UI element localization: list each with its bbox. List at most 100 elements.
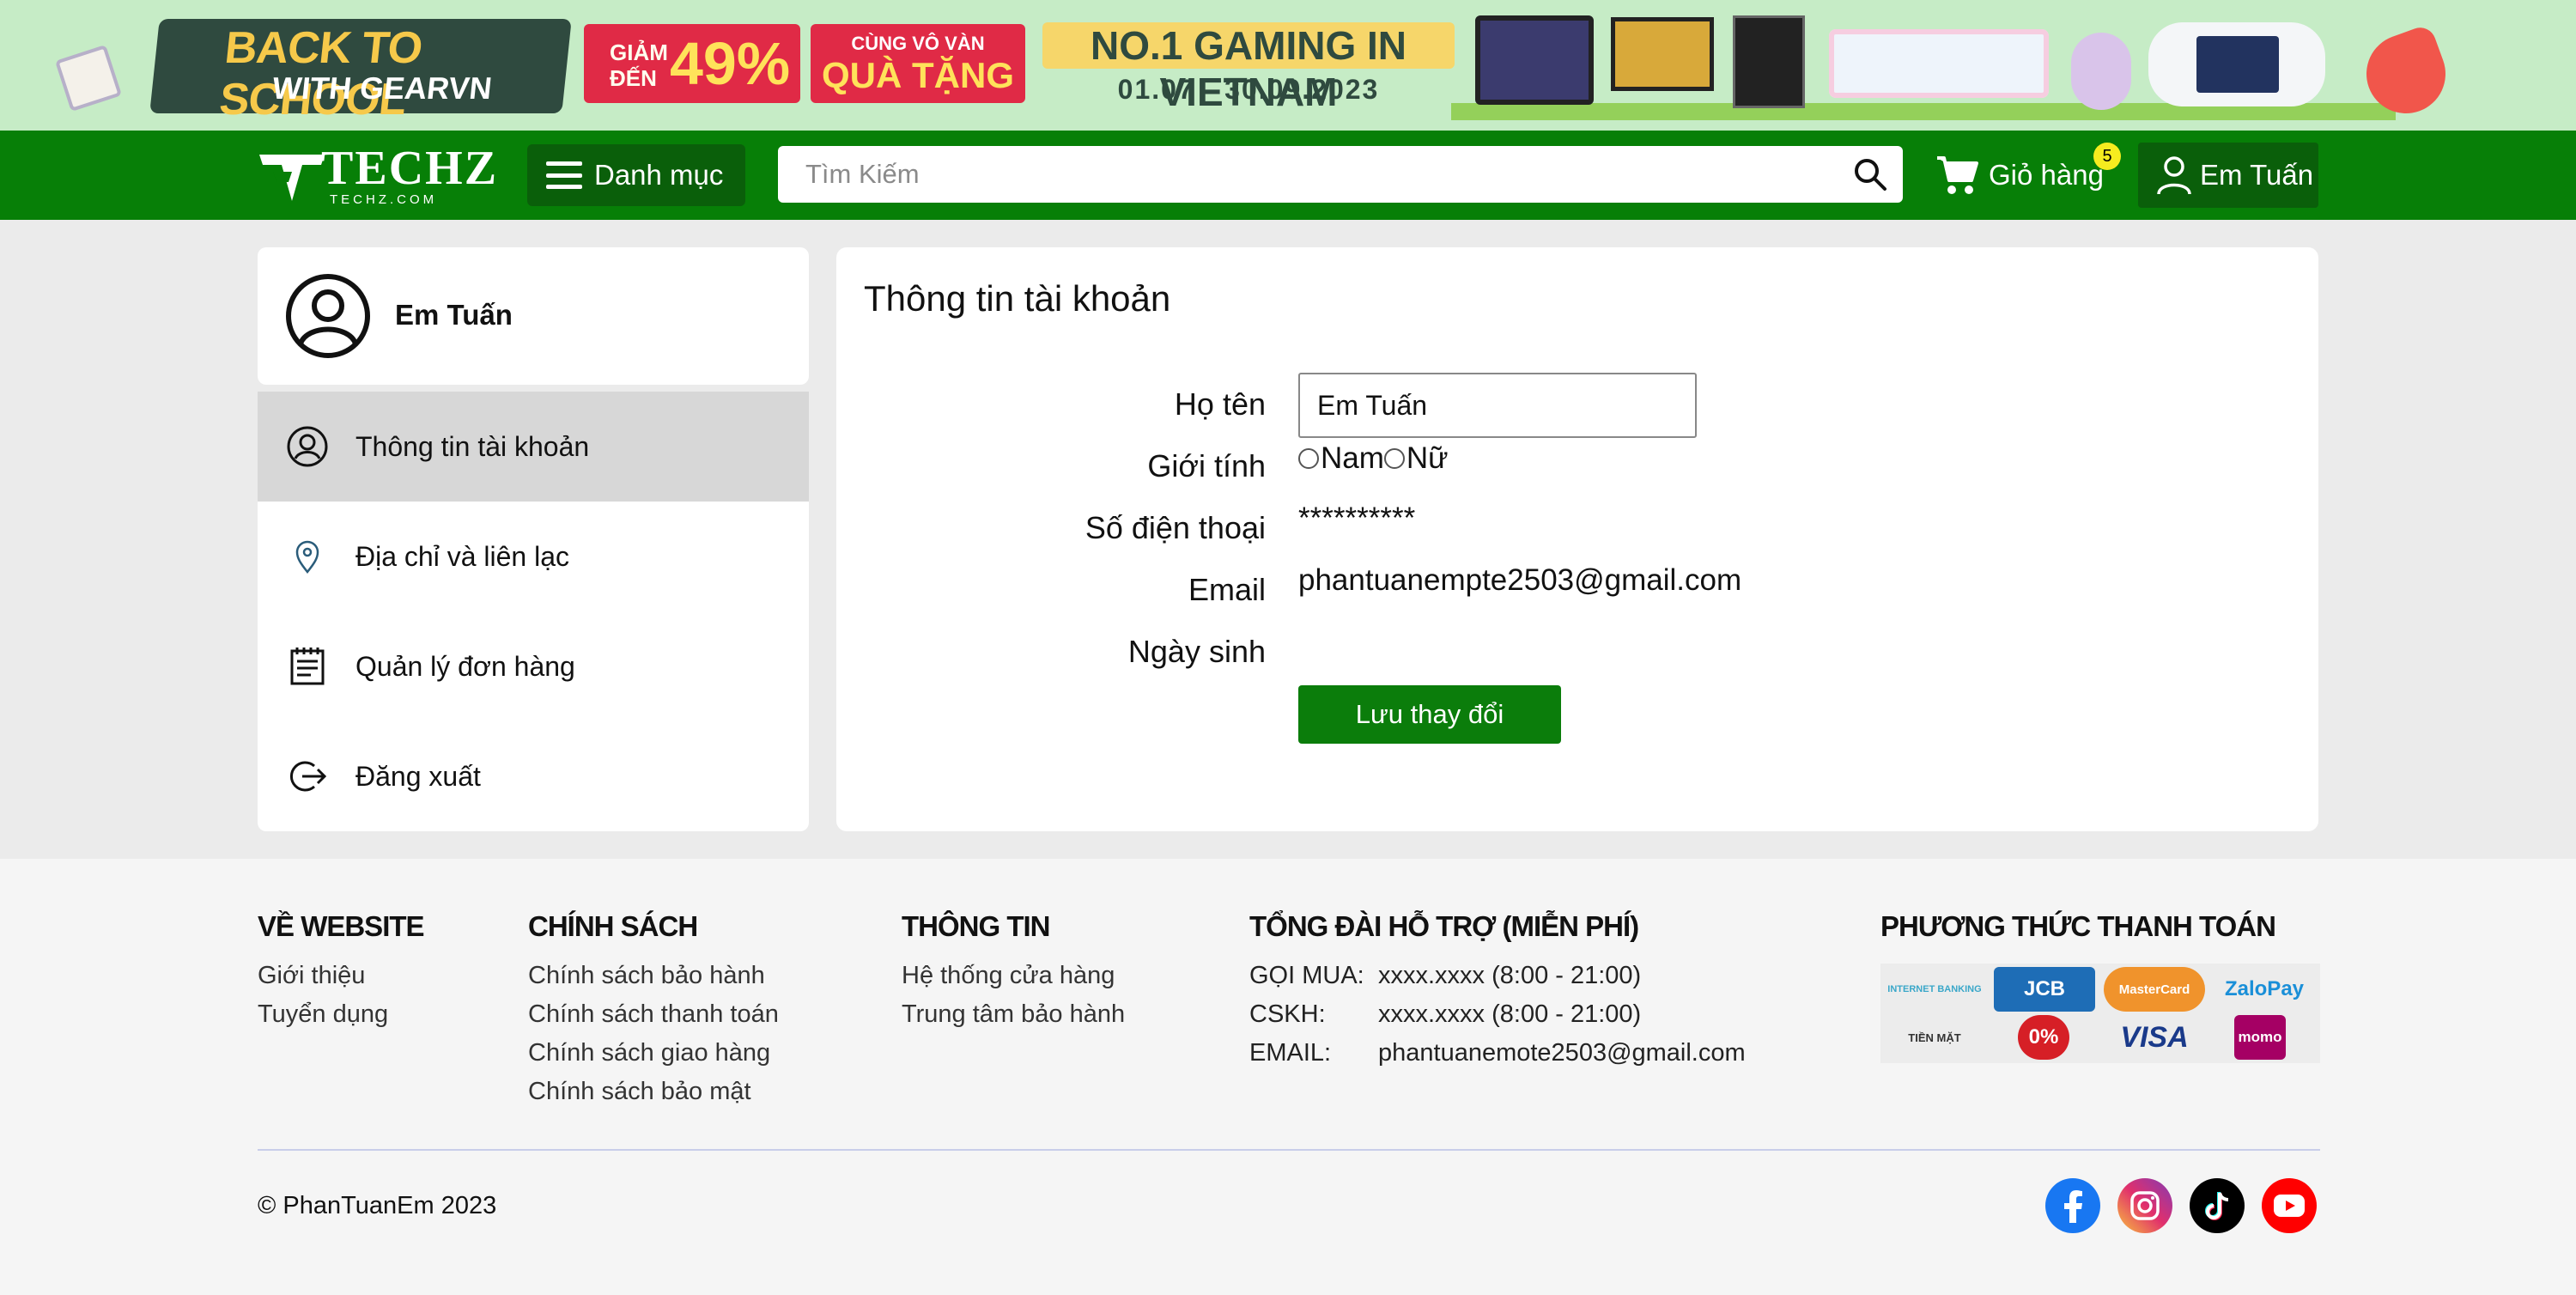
pc-case-graphic xyxy=(1733,15,1805,108)
email-value: phantuanempte2503@gmail.com xyxy=(1298,563,1742,597)
sidebar-item-label: Địa chỉ và liên lạc xyxy=(355,540,569,572)
user-name-label: Em Tuấn xyxy=(2200,159,2314,191)
jcb-icon: JCB xyxy=(1994,967,2095,1012)
cart-label: Giỏ hàng xyxy=(1989,159,2104,191)
sidebar-item-orders[interactable]: Quản lý đơn hàng xyxy=(258,611,809,721)
momo-icon: momo xyxy=(2234,1015,2286,1060)
footer-link[interactable]: Chính sách thanh toán xyxy=(528,995,779,1034)
cash-icon: TIỀN MẶT xyxy=(1908,1031,1961,1044)
visa-icon: VISA xyxy=(2120,1020,2189,1054)
footer-policy: CHÍNH SÁCH Chính sách bảo hành Chính sác… xyxy=(528,910,779,1111)
hamburger-icon xyxy=(546,161,582,189)
monitor-graphic xyxy=(1611,17,1714,91)
sidebar-item-label: Thông tin tài khoản xyxy=(355,430,590,462)
footer-link[interactable]: Trung tâm bảo hành xyxy=(902,995,1125,1034)
gender-radio-male[interactable] xyxy=(1298,448,1319,469)
site-logo[interactable]: TECHZ TECHZ.COM xyxy=(258,141,498,210)
footer-policy-title: CHÍNH SÁCH xyxy=(528,910,698,942)
installment-icon: 0% xyxy=(2018,1015,2069,1060)
banner-subtitle: WITH GEARVN xyxy=(270,70,494,106)
back-to-school-graphic: BACK TO SCHOOL WITH GEARVN xyxy=(149,19,572,125)
gaming-slogan: NO.1 GAMING IN VIETNAM 01.07 - 30.09.202… xyxy=(1042,22,1455,114)
save-changes-button[interactable]: Lưu thay đổi xyxy=(1298,685,1561,744)
email-label: Email xyxy=(1188,572,1266,607)
name-label: Họ tên xyxy=(1174,386,1266,422)
user-account-button[interactable]: Em Tuấn xyxy=(2138,143,2318,208)
internet-banking-icon: INTERNET BANKING xyxy=(1887,984,1982,994)
footer-payment-title: PHƯƠNG THỨC THANH TOÁN xyxy=(1880,910,2276,942)
tiktok-icon[interactable] xyxy=(2190,1178,2245,1233)
search-input[interactable] xyxy=(778,146,1834,203)
payment-methods-grid: INTERNET BANKING JCB MasterCard ZaloPay … xyxy=(1880,964,2320,1063)
logo-text: TECHZ xyxy=(321,142,499,195)
cart-icon xyxy=(1937,156,1978,194)
logo-subtext: TECHZ.COM xyxy=(330,192,438,207)
discount-badge: GIẢM ĐẾN 49% xyxy=(584,24,800,103)
footer-payment: PHƯƠNG THỨC THANH TOÁN xyxy=(1880,910,2276,957)
mouse-graphic xyxy=(2071,33,2131,110)
footer-about: VỀ WEBSITE Giới thiệu Tuyển dụng xyxy=(258,910,425,1034)
gender-option-female-label: Nữ xyxy=(1406,441,1449,475)
sidebar-item-address[interactable]: Địa chỉ và liên lạc xyxy=(258,502,809,611)
promo-dates: 01.07 - 30.09.2023 xyxy=(1117,74,1380,105)
logo-mark-icon xyxy=(259,155,325,201)
footer-info: THÔNG TIN Hệ thống cửa hàng Trung tâm bả… xyxy=(902,910,1125,1034)
sidebar-item-label: Đăng xuất xyxy=(355,760,481,792)
cart-button[interactable]: Giỏ hàng xyxy=(1935,146,2104,204)
gift-small: CÙNG VÔ VÀN xyxy=(851,33,985,54)
gift-badge: CÙNG VÔ VÀN QUÀ TẶNG xyxy=(811,24,1025,103)
footer-support: TỔNG ĐÀI HỖ TRỢ (MIỄN PHÍ) GỌI MUA: xxxx.… xyxy=(1249,910,1746,1073)
handheld-console-graphic xyxy=(2148,22,2325,106)
zalopay-icon: ZaloPay xyxy=(2224,977,2305,1000)
profile-name: Em Tuấn xyxy=(395,299,513,331)
logout-icon xyxy=(289,761,327,792)
youtube-icon[interactable] xyxy=(2262,1178,2317,1233)
footer-divider xyxy=(258,1149,2320,1151)
phone-label: Số điện thoại xyxy=(1084,510,1266,545)
instagram-icon[interactable] xyxy=(2117,1178,2172,1233)
footer-link[interactable]: Chính sách bảo mật xyxy=(528,1073,779,1111)
location-pin-icon xyxy=(295,540,319,575)
phone-value: ********** xyxy=(1298,502,1416,535)
support-row: GỌI MUA: xxxx.xxxx (8:00 - 21:00) xyxy=(1249,962,1642,989)
footer-link[interactable]: Tuyển dụng xyxy=(258,995,424,1034)
page-title: Thông tin tài khoản xyxy=(864,278,1171,319)
support-row: CSKH: xxxx.xxxx (8:00 - 21:00) xyxy=(1249,1000,1642,1028)
keyboard-graphic xyxy=(1829,29,2049,98)
avatar xyxy=(286,274,370,358)
name-field[interactable] xyxy=(1298,373,1697,438)
notepad-graphic xyxy=(54,44,123,112)
mastercard-icon: MasterCard xyxy=(2104,967,2205,1012)
gender-label: Giới tính xyxy=(1147,448,1266,483)
category-menu-button[interactable]: Danh mục xyxy=(527,144,745,206)
sidebar-item-logout[interactable]: Đăng xuất xyxy=(258,721,809,831)
copyright-text: © PhanTuanEm 2023 xyxy=(258,1192,497,1219)
site-footer: VỀ WEBSITE Giới thiệu Tuyển dụng CHÍNH S… xyxy=(0,859,2576,1295)
gaming-title: NO.1 GAMING IN VIETNAM xyxy=(1042,22,1455,114)
gender-option-male-label: Nam xyxy=(1321,441,1384,475)
promo-banner[interactable]: BACK TO SCHOOL WITH GEARVN GIẢM ĐẾN 49% … xyxy=(0,0,2576,131)
facebook-icon[interactable] xyxy=(2045,1178,2100,1233)
support-row: EMAIL: phantuanemote2503@gmail.com xyxy=(1249,1039,1746,1067)
birthday-label: Ngày sinh xyxy=(1127,634,1266,669)
footer-link[interactable]: Giới thiệu xyxy=(258,957,424,995)
discount-value: 49% xyxy=(670,30,791,97)
user-circle-icon xyxy=(287,426,328,467)
cart-count-badge: 5 xyxy=(2093,143,2121,170)
search-icon[interactable] xyxy=(1853,157,1887,192)
search-bar xyxy=(778,146,1903,203)
footer-link[interactable]: Chính sách giao hàng xyxy=(528,1034,779,1073)
gender-options: Nam Nữ xyxy=(1298,441,1449,476)
discount-prefix: GIẢM ĐẾN xyxy=(610,40,668,91)
sidebar-profile-card: Em Tuấn xyxy=(258,247,809,385)
footer-link[interactable]: Chính sách bảo hành xyxy=(528,957,779,995)
footer-link[interactable]: Hệ thống cửa hàng xyxy=(902,957,1125,995)
footer-info-title: THÔNG TIN xyxy=(902,910,1050,942)
sidebar-item-label: Quản lý đơn hàng xyxy=(355,650,575,682)
sidebar-menu: Thông tin tài khoản Địa chỉ và liên lạc … xyxy=(258,392,809,831)
gender-radio-female[interactable] xyxy=(1383,448,1405,469)
category-menu-label: Danh mục xyxy=(594,159,724,191)
user-icon xyxy=(2157,156,2191,195)
gift-big: QUÀ TẶNG xyxy=(822,55,1014,95)
sidebar-item-account-info[interactable]: Thông tin tài khoản xyxy=(258,392,809,502)
